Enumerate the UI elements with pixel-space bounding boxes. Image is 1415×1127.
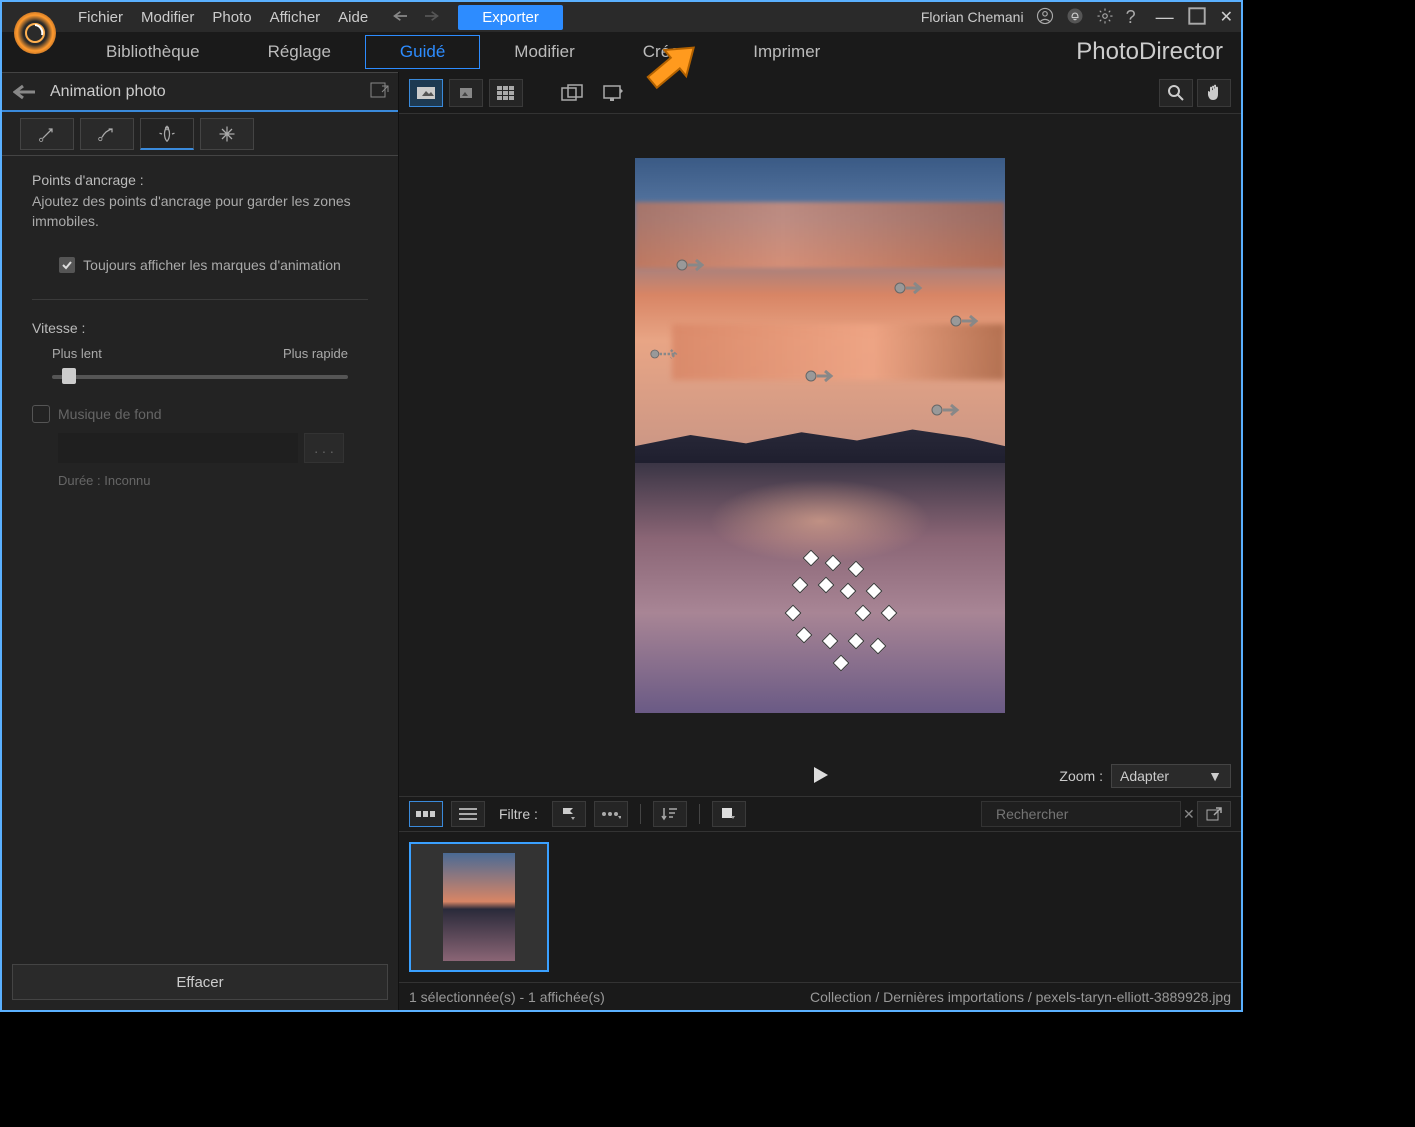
faster-label: Plus rapide	[283, 346, 348, 361]
menu-file[interactable]: Fichier	[78, 9, 123, 26]
close-button[interactable]: ✕	[1220, 7, 1233, 28]
redo-button[interactable]	[420, 8, 440, 27]
module-edit[interactable]: Modifier	[480, 36, 608, 68]
thumbnail-image	[443, 853, 515, 961]
module-guided[interactable]: Guidé	[365, 35, 480, 69]
view-grid[interactable]	[489, 79, 523, 107]
color-label[interactable]	[712, 801, 746, 827]
filter-label: Filtre :	[499, 806, 538, 822]
undo-button[interactable]	[392, 8, 412, 27]
filmstrip	[399, 832, 1241, 982]
motion-marker[interactable]	[950, 313, 982, 329]
play-button[interactable]	[810, 765, 830, 788]
zoom-select[interactable]: Adapter ▼	[1111, 764, 1231, 788]
bg-music-checkbox[interactable]	[32, 405, 50, 423]
speed-slider[interactable]	[52, 365, 348, 385]
motion-marker[interactable]	[650, 346, 682, 362]
pan-tool[interactable]	[1197, 79, 1231, 107]
export-button[interactable]: Exporter	[458, 5, 563, 30]
view-single[interactable]	[409, 79, 443, 107]
search-box[interactable]: ✕	[981, 801, 1181, 827]
app-logo	[14, 12, 56, 54]
left-panel: Animation photo Points d'ancrage : Ajout…	[2, 72, 399, 1010]
module-create[interactable]: Créer	[609, 36, 720, 68]
user-name: Florian Chemani	[921, 9, 1024, 25]
photo-preview[interactable]	[635, 158, 1005, 713]
chevron-down-icon: ▼	[1208, 768, 1222, 784]
tool-motion-arrow[interactable]	[20, 118, 74, 150]
brand-label: PhotoDirector	[1076, 38, 1223, 66]
tool-anchor[interactable]	[140, 118, 194, 150]
open-external[interactable]	[1197, 801, 1231, 827]
zoom-tool[interactable]	[1159, 79, 1193, 107]
clear-search-icon[interactable]: ✕	[1183, 806, 1195, 823]
canvas[interactable]	[399, 114, 1241, 756]
view-secondary[interactable]	[555, 79, 589, 107]
module-adjustment[interactable]: Réglage	[234, 36, 365, 68]
maximize-button[interactable]	[1188, 7, 1206, 28]
menubar: Fichier Modifier Photo Afficher Aide Exp…	[2, 2, 1241, 32]
motion-marker[interactable]	[805, 368, 837, 384]
module-bar: Bibliothèque Réglage Guidé Modifier Crée…	[2, 32, 1241, 72]
anchor-description: Ajoutez des points d'ancrage pour garder…	[32, 192, 368, 231]
motion-marker[interactable]	[931, 402, 963, 418]
filter-flag[interactable]	[552, 801, 586, 827]
bg-music-label: Musique de fond	[58, 406, 162, 422]
module-print[interactable]: Imprimer	[719, 36, 854, 68]
tool-motion-curve[interactable]	[80, 118, 134, 150]
status-selection: 1 sélectionnée(s) - 1 affichée(s)	[409, 989, 605, 1005]
status-path: Collection / Dernières importations / pe…	[810, 989, 1231, 1005]
bg-music-duration: Durée : Inconnu	[58, 473, 368, 488]
menu-photo[interactable]: Photo	[212, 9, 251, 26]
view-compare[interactable]	[449, 79, 483, 107]
zoom-label: Zoom :	[1059, 768, 1103, 784]
slower-label: Plus lent	[52, 346, 102, 361]
module-library[interactable]: Bibliothèque	[72, 36, 234, 68]
bell-icon[interactable]	[1066, 7, 1084, 28]
undock-icon[interactable]	[370, 82, 390, 101]
help-icon[interactable]: ?	[1126, 7, 1136, 28]
panel-title: Animation photo	[50, 83, 360, 101]
menu-help[interactable]: Aide	[338, 9, 368, 26]
user-icon[interactable]	[1036, 7, 1054, 28]
filter-rating[interactable]	[594, 801, 628, 827]
settings-icon[interactable]	[1096, 7, 1114, 28]
menu-view[interactable]: Afficher	[270, 9, 321, 26]
filmstrip-view-list[interactable]	[451, 801, 485, 827]
sort-button[interactable]	[653, 801, 687, 827]
search-input[interactable]	[996, 806, 1177, 822]
anchor-title: Points d'ancrage :	[32, 172, 368, 188]
zoom-value: Adapter	[1120, 768, 1169, 784]
bg-music-field	[58, 433, 298, 463]
minimize-button[interactable]: —	[1156, 7, 1174, 28]
filmstrip-view-thumbs[interactable]	[409, 801, 443, 827]
view-fullscreen[interactable]	[595, 79, 629, 107]
thumbnail[interactable]	[409, 842, 549, 972]
always-show-label: Toujours afficher les marques d'animatio…	[83, 257, 341, 273]
motion-marker[interactable]	[894, 280, 926, 296]
menu-edit[interactable]: Modifier	[141, 9, 194, 26]
erase-button[interactable]: Effacer	[12, 964, 388, 1000]
bg-music-browse[interactable]: . . .	[304, 433, 344, 463]
tool-freeze[interactable]	[200, 118, 254, 150]
always-show-checkbox[interactable]	[59, 257, 75, 273]
back-button[interactable]	[10, 80, 40, 104]
motion-marker[interactable]	[676, 257, 708, 273]
speed-label: Vitesse :	[32, 320, 368, 336]
